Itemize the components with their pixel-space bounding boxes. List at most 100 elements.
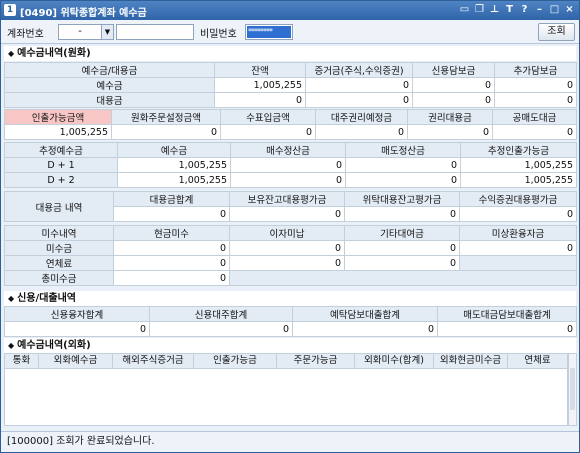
col-header[interactable]: 통화 [5, 354, 39, 368]
empty-cell [229, 270, 577, 286]
diamond-icon: ◆ [8, 341, 15, 350]
row-label: 대용금 내역 [4, 191, 114, 222]
cell-value: 0 [305, 77, 413, 93]
col-header[interactable]: 외화미수(합계) [355, 354, 434, 368]
cell-value: 0 [494, 77, 577, 93]
cell-value: 0 [230, 157, 346, 173]
help-icon[interactable]: ? [518, 3, 531, 17]
cell-value: 0 [412, 92, 495, 108]
cell-value: 1,005,255 [117, 172, 231, 188]
col-header[interactable]: 주문가능금 [277, 354, 355, 368]
row-label: 예수금 [4, 77, 215, 93]
section-deposit-krw: ◆ 예수금내역(원화) [4, 46, 576, 61]
cell-value: 0 [113, 270, 230, 286]
text-icon[interactable]: T [503, 3, 516, 17]
col-header[interactable]: 해외주식증거금 [113, 354, 194, 368]
account-label: 계좌번호 [7, 29, 44, 40]
cell-value: 0 [229, 240, 345, 256]
status-bar: [100000] 조회가 완료되었습니다. [1, 431, 579, 452]
col-header: 예탁담보대출합계 [292, 306, 438, 322]
row-label: 연체료 [4, 255, 114, 271]
col-header: 원화주문설정금액 [111, 109, 221, 125]
cell-value: 1,005,255 [117, 157, 231, 173]
cell-value: 0 [111, 124, 221, 140]
cell-value: 0 [459, 240, 577, 256]
unpaid-table: 미수내역 현금미수 이자미납 기타대여금 미상환융자금 미수금 0 0 0 0 … [4, 225, 577, 286]
col-header: 추가담보금 [494, 62, 577, 78]
cell-value: 0 [459, 206, 577, 222]
col-header[interactable]: 외화현금미수금 [434, 354, 508, 368]
cell-value: 1,005,255 [4, 124, 112, 140]
account-name-field[interactable] [116, 24, 194, 40]
col-header: 기타대여금 [344, 225, 460, 241]
row-label: 총미수금 [4, 270, 114, 286]
col-header: 이자미납 [229, 225, 345, 241]
section-title: 예수금내역(외화) [17, 340, 91, 351]
cell-value: 0 [412, 77, 495, 93]
col-header: 수표입금액 [220, 109, 316, 125]
row-label: D + 2 [4, 172, 118, 188]
cell-value: 0 [344, 255, 460, 271]
col-header: 권리대용금 [407, 109, 493, 125]
col-header: 대주권리예정금 [315, 109, 408, 125]
vertical-scrollbar[interactable] [568, 353, 577, 426]
cell-value: 0 [113, 255, 230, 271]
cell-value: 0 [315, 124, 408, 140]
col-header[interactable]: 외화예수금 [39, 354, 113, 368]
col-header: 추정인출가능금 [460, 142, 577, 158]
col-header: 추정예수금 [4, 142, 118, 158]
cell-value: 0 [407, 124, 493, 140]
foreign-grid-body[interactable] [4, 369, 568, 426]
close-icon[interactable]: × [563, 3, 576, 17]
cell-value: 0 [345, 172, 461, 188]
col-header: 대용금합계 [113, 191, 230, 207]
minimize-icon[interactable]: – [533, 3, 546, 17]
cell-value: 0 [494, 92, 577, 108]
settlement-table: 추정예수금 예수금 매수정산금 매도정산금 추정인출가능금 D + 1 1,00… [4, 142, 577, 188]
empty-cell [459, 255, 577, 271]
cell-value: 0 [437, 321, 577, 337]
col-header[interactable]: 연체료 [508, 354, 567, 368]
section-title: 예수금내역(원화) [17, 48, 91, 59]
password-field[interactable]: ******** [245, 24, 293, 40]
password-mask: ******** [247, 26, 291, 38]
cell-value: 0 [344, 206, 460, 222]
cell-value: 0 [113, 240, 230, 256]
col-header[interactable]: 인출가능금 [194, 354, 277, 368]
chevron-down-icon[interactable]: ▼ [101, 25, 113, 39]
maximize-icon[interactable]: □ [548, 3, 561, 17]
cell-value: 0 [214, 92, 306, 108]
col-header: 매도정산금 [345, 142, 461, 158]
cell-value: 0 [229, 255, 345, 271]
cell-value: 0 [344, 240, 460, 256]
col-header: 미상환융자금 [459, 225, 577, 241]
window-number-badge: 1 [4, 4, 16, 16]
scrollbar-thumb[interactable] [570, 368, 575, 410]
window-icon[interactable]: ▭ [458, 3, 471, 17]
col-header: 수익증권대용평가금 [459, 191, 577, 207]
cell-value: 0 [4, 321, 150, 337]
account-combo[interactable]: - ▼ [58, 24, 114, 40]
window-title: [0490] 위탁종합계좌 예수금 [20, 8, 147, 19]
col-header: 신용융자합계 [4, 306, 150, 322]
row-label: 대용금 [4, 92, 215, 108]
cell-value: 0 [305, 92, 413, 108]
col-header: 매도대금담보대출합계 [437, 306, 577, 322]
col-header: 현금미수 [113, 225, 230, 241]
copy-icon[interactable]: ❐ [473, 3, 486, 17]
credit-table: 신용융자합계 신용대주합계 예탁담보대출합계 매도대금담보대출합계 0 0 0 … [4, 306, 577, 337]
col-header: 공매도대금 [492, 109, 577, 125]
section-title: 신용/대출내역 [17, 293, 77, 304]
title-bar: 1 [0490] 위탁종합계좌 예수금 ▭ ❐ ⊥ T ? – □ × [1, 1, 579, 20]
row-label: 미수금 [4, 240, 114, 256]
search-button[interactable]: 조회 [538, 23, 575, 41]
cell-value: 0 [292, 321, 438, 337]
section-credit: ◆ 신용/대출내역 [4, 291, 576, 306]
cell-value: 0 [149, 321, 293, 337]
col-header: 매수정산금 [230, 142, 346, 158]
cell-value: 1,005,255 [460, 157, 577, 173]
pin-icon[interactable]: ⊥ [488, 3, 501, 17]
col-header: 미수내역 [4, 225, 114, 241]
account-value: - [78, 26, 82, 37]
col-header: 예수금 [117, 142, 231, 158]
